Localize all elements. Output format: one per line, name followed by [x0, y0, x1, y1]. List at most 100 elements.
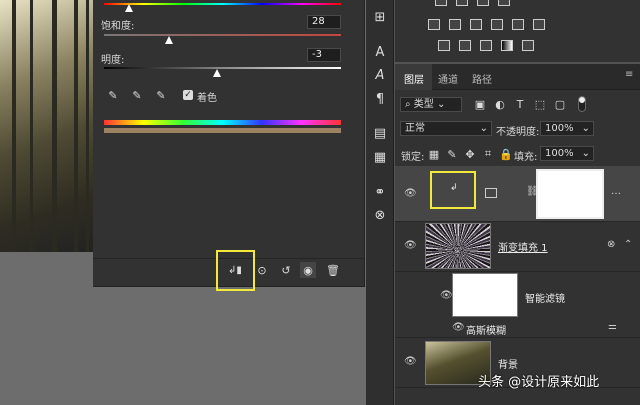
smart-filter-eye-icon[interactable]: 👁	[440, 290, 453, 301]
smart-filter-row[interactable]: 👁 智能滤镜	[395, 272, 640, 318]
saturation-label: 饱和度:	[101, 21, 135, 32]
gradient-layer-name[interactable]: 渐变填充 1	[498, 239, 548, 254]
invert-icon[interactable]	[438, 40, 450, 51]
layer-style-icon[interactable]: ⊗	[607, 239, 615, 250]
panel-icon-column: ⊞ A A ¶ ▤ ▦ ⚭ ⊗	[366, 0, 394, 405]
gaussian-blur-row[interactable]: 👁 高斯模糊 ⚌	[395, 318, 640, 338]
lock-artboard-icon[interactable]: ⌗	[480, 146, 496, 162]
layer-mask-thumbnail[interactable]	[536, 169, 604, 219]
chevron-down-icon: ⌄	[479, 123, 488, 134]
lock-position-icon[interactable]: ✥	[462, 146, 478, 162]
photo-filter-icon[interactable]	[491, 19, 503, 30]
brush-settings-icon[interactable]: ⊞	[372, 10, 388, 26]
background-layer-name[interactable]: 背景	[498, 356, 518, 371]
more-options-icon[interactable]: …	[611, 186, 621, 197]
channel-mixer-icon[interactable]	[512, 19, 524, 30]
eyedropper-plus-icon[interactable]: ✎	[129, 87, 145, 103]
layer-row-gradient-fill[interactable]: 👁 渐变填充 1 ⊗ ⌃	[395, 222, 640, 272]
hue-slider-thumb[interactable]	[125, 4, 133, 12]
fill-field[interactable]: 100% ⌄	[540, 146, 594, 161]
character-icon[interactable]: A	[372, 45, 388, 61]
opacity-field[interactable]: 100% ⌄	[540, 121, 594, 136]
adjustment-layer-icon	[485, 188, 497, 198]
exposure-icon[interactable]	[498, 0, 510, 6]
gradient-fill-thumbnail[interactable]	[425, 223, 491, 269]
layers-panel-tabs: 图层 通道 路径 ≡	[395, 64, 640, 90]
lightness-value-field[interactable]: -3	[307, 48, 341, 62]
opacity-value: 100%	[545, 123, 574, 134]
color-lookup-icon[interactable]	[533, 19, 545, 30]
saturation-slider-thumb[interactable]	[165, 36, 173, 44]
layer-filter-kind-label: 类型	[413, 99, 434, 110]
watermark-text: 头条 @设计原来如此	[478, 375, 600, 390]
lightness-label: 明度:	[101, 55, 125, 66]
creative-cloud-icon[interactable]: ⊗	[372, 208, 388, 224]
properties-panel: 饱和度: 28 明度: -3 ✎ ✎ ✎ ✓ 着色	[93, 0, 365, 287]
panel-menu-icon[interactable]: ≡	[625, 69, 633, 80]
filter-blending-options-icon[interactable]: ⚌	[608, 321, 617, 332]
reset-icon[interactable]: ↺	[278, 262, 294, 278]
lock-all-icon[interactable]: 🔒	[498, 146, 514, 162]
notes-icon[interactable]: ▦	[372, 150, 388, 166]
hue-slider-track[interactable]	[104, 3, 341, 5]
layer-visibility-eye-icon[interactable]: 👁	[404, 356, 417, 367]
brightness-icon[interactable]	[435, 0, 447, 6]
selective-color-icon[interactable]	[522, 40, 534, 51]
tab-paths[interactable]: 路径	[472, 71, 492, 86]
paragraph-icon[interactable]: ¶	[372, 92, 388, 108]
eyedropper-icon[interactable]: ✎	[105, 87, 121, 103]
smart-filter-mask-thumbnail[interactable]	[452, 273, 518, 317]
filter-adjustment-icon[interactable]: ◐	[492, 96, 508, 112]
lock-image-pixels-icon[interactable]: ✎	[444, 146, 460, 162]
tab-layers[interactable]: 图层	[404, 71, 424, 86]
filter-smart-object-icon[interactable]: ▢	[552, 96, 568, 112]
layer-visibility-eye-icon[interactable]: 👁	[404, 240, 417, 251]
saturation-value-field[interactable]: 28	[307, 15, 341, 29]
gaussian-blur-label[interactable]: 高斯模糊	[466, 322, 506, 337]
filter-pixel-icon[interactable]: ▣	[472, 96, 488, 112]
fill-value: 100%	[545, 148, 574, 159]
filter-type-icon[interactable]: T	[512, 96, 528, 112]
search-icon: ⌕	[405, 99, 411, 110]
eyedropper-minus-icon[interactable]: ✎	[153, 87, 169, 103]
gradient-map-icon[interactable]	[501, 40, 513, 51]
blend-mode-select[interactable]: 正常 ⌄	[400, 121, 492, 136]
lock-transparent-pixels-icon[interactable]: ▦	[426, 146, 442, 162]
threshold-icon[interactable]	[480, 40, 492, 51]
smart-filter-label: 智能滤镜	[525, 294, 565, 305]
result-color-bar	[104, 128, 341, 133]
fill-chevron-icon: ⌄	[581, 148, 590, 159]
black-white-icon[interactable]	[470, 19, 482, 30]
colorize-label: 着色	[197, 93, 217, 104]
color-balance-icon[interactable]	[449, 19, 461, 30]
adjustments-panel	[395, 0, 640, 62]
layer-visibility-eye-icon[interactable]: 👁	[404, 188, 417, 199]
layer-chevron-icon[interactable]: ⌃	[624, 239, 632, 250]
saturation-slider-track[interactable]	[104, 34, 341, 36]
opacity-chevron-icon: ⌄	[581, 123, 590, 134]
photoshop-window: 饱和度: 28 明度: -3 ✎ ✎ ✎ ✓ 着色 ↲▮ ⊙ ↺ ◉ 🗑 ⊞ A…	[0, 0, 640, 405]
layer-filter-kind-select[interactable]: ⌕ 类型 ⌄	[400, 97, 462, 112]
lock-label: 锁定:	[401, 152, 425, 163]
visibility-eye-icon[interactable]: ◉	[300, 262, 316, 278]
delete-trash-icon[interactable]: 🗑	[325, 262, 341, 278]
levels-icon[interactable]	[456, 0, 468, 6]
curves-icon[interactable]	[477, 0, 489, 6]
view-previous-state-icon[interactable]: ⊙	[254, 262, 270, 278]
gaussian-blur-eye-icon[interactable]: 👁	[452, 322, 465, 333]
lightness-slider-track[interactable]	[104, 67, 341, 69]
vibrance-icon[interactable]	[428, 19, 440, 30]
filter-toggle-switch[interactable]	[578, 96, 586, 112]
share-icon[interactable]: ⚭	[372, 185, 388, 201]
tab-channels[interactable]: 通道	[438, 71, 458, 86]
character-styles-icon[interactable]: A	[372, 68, 388, 84]
colorize-checkbox[interactable]: ✓	[183, 90, 193, 100]
posterize-icon[interactable]	[459, 40, 471, 51]
hue-spectrum-bar	[104, 120, 341, 125]
lightness-slider-thumb[interactable]	[213, 69, 221, 77]
clip-to-layer-icon[interactable]: ↲▮	[227, 262, 243, 278]
blend-mode-value: 正常	[405, 123, 425, 134]
filter-shape-icon[interactable]: ⬚	[532, 96, 548, 112]
fill-label: 填充:	[514, 152, 538, 163]
libraries-icon[interactable]: ▤	[372, 126, 388, 142]
